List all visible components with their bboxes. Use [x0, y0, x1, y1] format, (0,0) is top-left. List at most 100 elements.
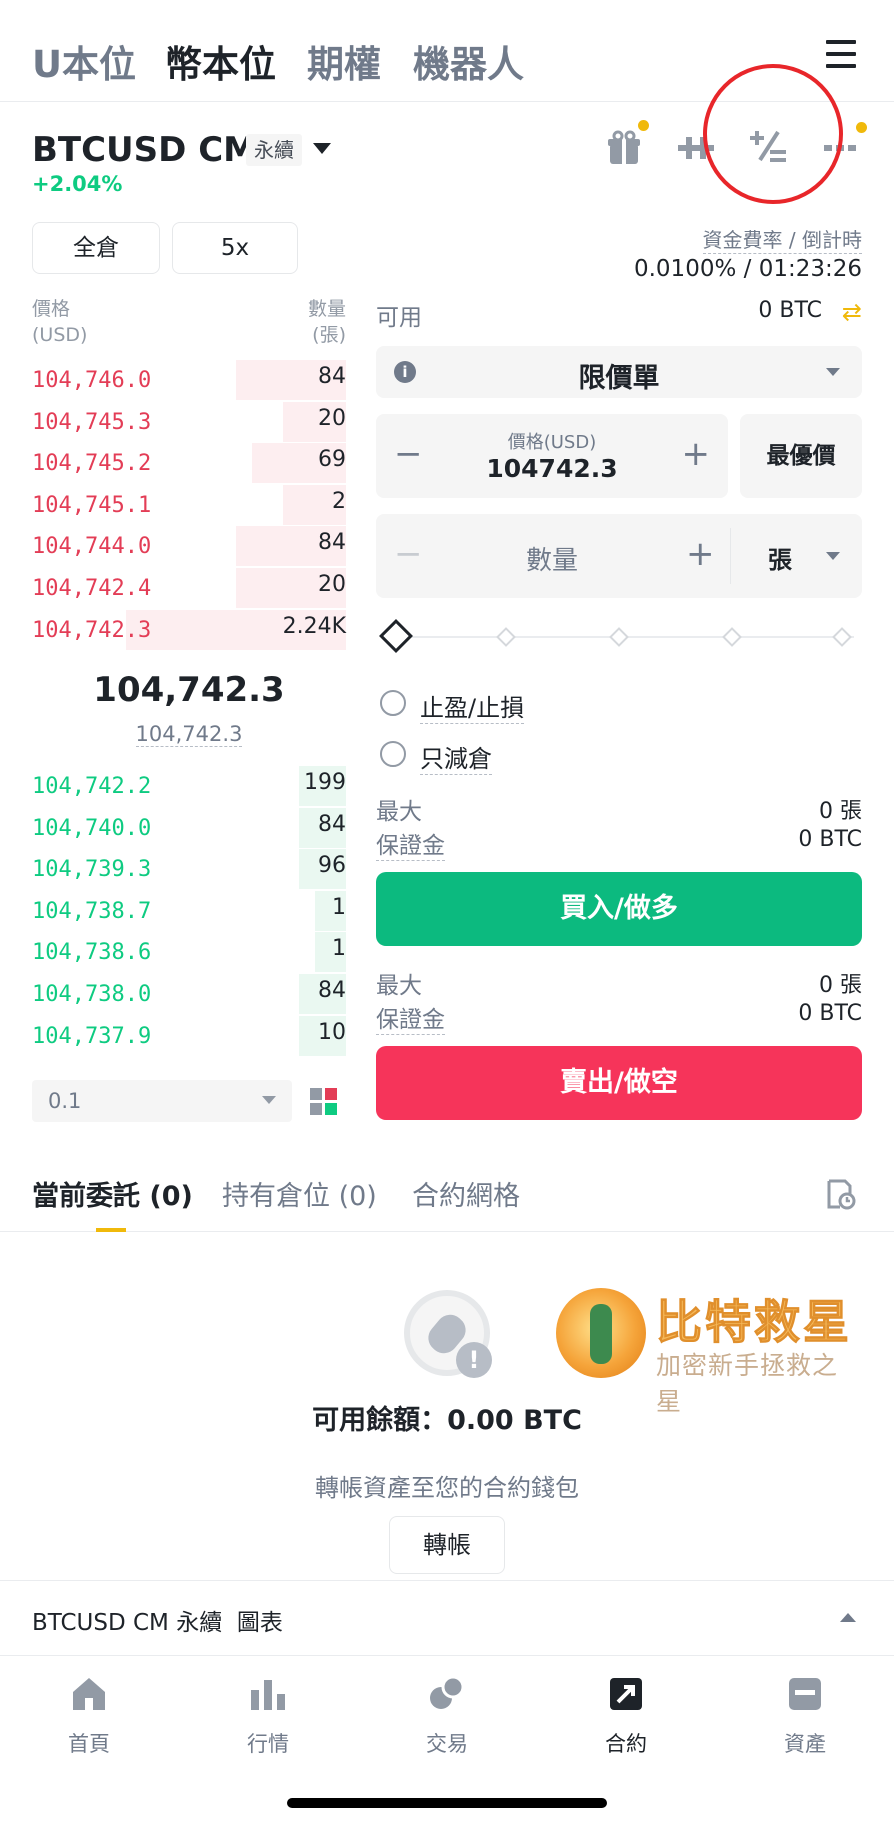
- slider-node-75[interactable]: [722, 627, 742, 647]
- bid-price: 104,742.2: [32, 774, 152, 799]
- chart-toggle-bar[interactable]: BTCUSD CM 永續 圖表: [0, 1580, 894, 1656]
- available-value: 0 BTC: [758, 298, 822, 323]
- futures-icon: [606, 1674, 646, 1714]
- ask-price: 104,745.2: [32, 451, 152, 477]
- tab-coinm[interactable]: 幣本位: [165, 34, 276, 88]
- ask-price: 104,746.0: [32, 368, 152, 393]
- quantity-slider[interactable]: [379, 619, 854, 654]
- tp-sl-checkbox[interactable]: [380, 690, 406, 716]
- orders-tab-bar: 當前委託 (0) 持有倉位 (0) 合約網格: [0, 1160, 894, 1232]
- more-notification-dot: [856, 122, 867, 133]
- slider-node-100[interactable]: [832, 627, 852, 647]
- nav-trade[interactable]: 交易: [387, 1674, 507, 1758]
- available-label: 可用: [376, 305, 422, 331]
- chevron-up-icon[interactable]: [840, 1613, 856, 1622]
- ask-price: 104,742.4: [32, 576, 152, 601]
- nav-home[interactable]: 首頁: [29, 1674, 149, 1758]
- nav-markets[interactable]: 行情: [208, 1674, 328, 1758]
- transfer-swap-icon[interactable]: ⇄: [842, 300, 862, 324]
- depth-step-select[interactable]: 0.1: [32, 1080, 292, 1122]
- ask-qty: 20: [318, 405, 346, 431]
- bid-row[interactable]: 104,738.7 1: [32, 890, 346, 931]
- gift-icon[interactable]: [604, 128, 644, 168]
- quantity-placeholder[interactable]: 數量: [376, 540, 728, 577]
- bid-qty: 96: [318, 853, 346, 879]
- bid-row[interactable]: 104,739.3 96: [32, 849, 346, 890]
- ask-row[interactable]: 104,742.3 2.24K: [32, 609, 346, 650]
- chevron-down-icon: [826, 368, 840, 376]
- slider-thumb[interactable]: [379, 619, 413, 653]
- menu-icon[interactable]: [826, 40, 856, 70]
- ask-qty: 20: [318, 572, 346, 597]
- funding-value: 0.0100% / 01:23:26: [633, 256, 862, 282]
- bid-row[interactable]: 104,737.9 10: [32, 1015, 346, 1056]
- bid-qty: 1: [332, 936, 346, 962]
- available-balance: 可用餘額：0.00 BTC: [312, 1405, 582, 1436]
- orderbook-layout-icon[interactable]: [310, 1088, 338, 1116]
- qty-header-label: 數量: [307, 298, 346, 320]
- qty-increment-button[interactable]: +: [686, 534, 715, 574]
- price-header-unit: (USD): [32, 324, 88, 346]
- ask-price: 104,745.1: [32, 492, 152, 518]
- best-price-button[interactable]: 最優價: [740, 414, 862, 498]
- depth-step-value: 0.1: [48, 1089, 82, 1113]
- ask-qty: 84: [318, 530, 346, 556]
- sell-max-value: 0 張: [819, 973, 862, 998]
- transfer-button[interactable]: 轉帳: [389, 1516, 505, 1574]
- tab-options[interactable]: 期權: [307, 34, 381, 88]
- price-input-value[interactable]: 104742.3: [376, 454, 728, 483]
- leverage-button[interactable]: 5x: [172, 222, 298, 274]
- bid-row[interactable]: 104,738.6 1: [32, 932, 346, 973]
- tab-bots[interactable]: 機器人: [413, 34, 524, 88]
- ask-row[interactable]: 104,745.3 20: [32, 401, 346, 442]
- ask-price: 104,744.0: [32, 534, 152, 560]
- ask-row[interactable]: 104,744.0 84: [32, 526, 346, 567]
- tab-usdm[interactable]: U本位: [32, 34, 136, 88]
- tab-open-orders[interactable]: 當前委託 (0): [32, 1174, 193, 1213]
- price-increment-button[interactable]: +: [682, 434, 711, 474]
- bid-row[interactable]: 104,740.0 84: [32, 807, 346, 848]
- tp-sl-label[interactable]: 止盈/止損: [420, 688, 525, 724]
- reduce-only-label[interactable]: 只減倉: [420, 739, 492, 775]
- order-type-select[interactable]: i 限價單: [376, 346, 862, 398]
- price-input[interactable]: − 價格(USD) 104742.3 +: [376, 414, 728, 498]
- chevron-down-icon: [826, 552, 840, 560]
- margin-mode-button[interactable]: 全倉: [32, 222, 160, 274]
- bid-price: 104,737.9: [32, 1023, 152, 1049]
- gift-notification-dot: [638, 120, 649, 131]
- orderbook-qty-header: 數量 (張): [280, 296, 346, 348]
- nav-assets[interactable]: 資產: [745, 1674, 865, 1758]
- reduce-only-checkbox[interactable]: [380, 741, 406, 767]
- ask-row[interactable]: 104,745.2 69: [32, 443, 346, 484]
- sell-margin-label[interactable]: 保證金: [376, 1000, 445, 1035]
- ask-price: 104,742.3: [32, 617, 152, 643]
- ask-row[interactable]: 104,746.0 84: [32, 360, 346, 400]
- qty-unit-select[interactable]: 張: [768, 540, 792, 575]
- sell-margin-value: 0 BTC: [798, 1001, 862, 1026]
- bottom-navigation: 首頁 行情 交易 合約 資產: [0, 1656, 894, 1774]
- nav-futures[interactable]: 合約: [566, 1674, 686, 1758]
- mark-price-value: 104,742.3: [135, 722, 243, 747]
- pair-dropdown-caret-icon[interactable]: [313, 143, 331, 154]
- funding-label[interactable]: 資金費率 / 倒計時: [702, 224, 862, 254]
- mascot-logo: [556, 1288, 646, 1378]
- buy-long-button[interactable]: 買入/做多: [376, 872, 862, 946]
- ask-row[interactable]: 104,742.4 20: [32, 568, 346, 608]
- watermark-logo: 比特救星 加密新手拯救之星: [556, 1284, 856, 1416]
- chart-bar-label: BTCUSD CM 永續 圖表: [32, 1610, 283, 1636]
- slider-node-25[interactable]: [496, 627, 516, 647]
- ask-row[interactable]: 104,745.1 2: [32, 484, 346, 525]
- bid-row[interactable]: 104,742.2 199: [32, 766, 346, 806]
- buy-margin-label[interactable]: 保證金: [376, 826, 445, 861]
- chevron-down-icon: [262, 1096, 276, 1104]
- slider-node-50[interactable]: [609, 627, 629, 647]
- bid-row[interactable]: 104,738.0 84: [32, 974, 346, 1014]
- quantity-input[interactable]: − 數量 + 張: [376, 514, 862, 598]
- order-history-icon[interactable]: [826, 1178, 856, 1210]
- pair-name[interactable]: BTCUSD CM: [32, 130, 257, 170]
- nav-markets-label: 行情: [247, 1732, 289, 1756]
- tab-positions[interactable]: 持有倉位 (0): [222, 1174, 377, 1213]
- mark-price: 104,742.3: [32, 722, 346, 747]
- sell-short-button[interactable]: 賣出/做空: [376, 1046, 862, 1120]
- tab-futures-grid[interactable]: 合約網格: [412, 1174, 520, 1213]
